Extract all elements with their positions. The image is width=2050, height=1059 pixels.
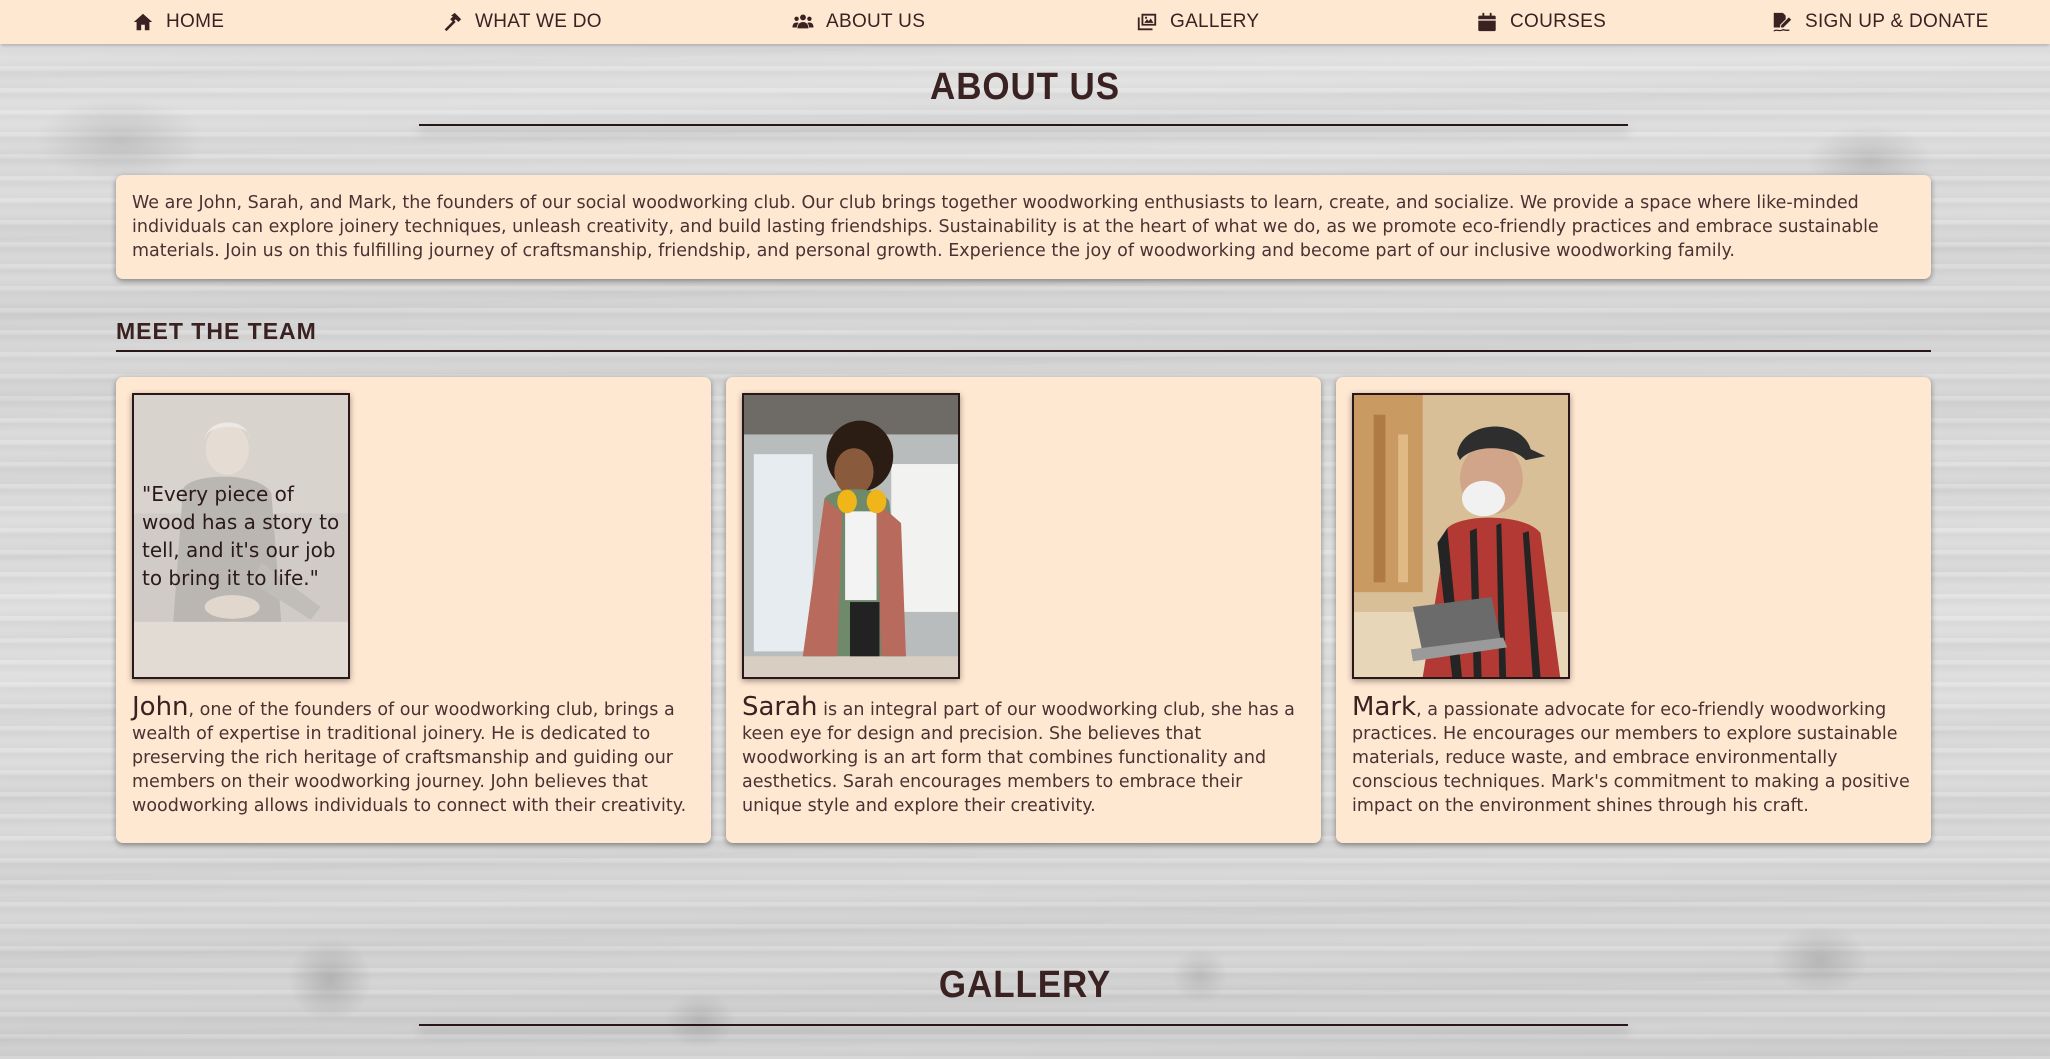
signature-icon [1773, 12, 1792, 32]
users-icon [792, 14, 814, 29]
about-us-title-rule [419, 124, 1628, 126]
about-us-title: ABOUT US [930, 66, 1120, 108]
about-intro-box: We are John, Sarah, and Mark, the founde… [116, 175, 1931, 279]
calendar-icon [1478, 12, 1496, 32]
john-quote-overlay: "Every piece of wood has a story to tell… [134, 395, 348, 677]
nav-home-label: HOME [166, 11, 225, 32]
about-intro-text: We are John, Sarah, and Mark, the founde… [132, 193, 1879, 261]
mark-name: Mark [1352, 692, 1417, 722]
nav-what-we-do-label: WHAT WE DO [475, 11, 602, 32]
nav-courses[interactable]: COURSES [1476, 0, 1606, 44]
team-card-sarah: Sarah is an integral part of our woodwor… [726, 377, 1321, 843]
mark-photo-image [1354, 395, 1568, 677]
nav-home[interactable]: HOME [132, 0, 224, 44]
sarah-photo-image [744, 395, 958, 677]
team-card-mark: Mark, a passionate advocate for eco-frie… [1336, 377, 1931, 843]
top-navigation: HOME WHAT WE DO ABOUT US GALLERY COURSES… [0, 0, 2050, 44]
team-card-john: "Every piece of wood has a story to tell… [116, 377, 711, 843]
meet-the-team-heading: MEET THE TEAM [116, 318, 317, 344]
nav-sign-up-donate[interactable]: SIGN UP & DONATE [1771, 0, 1989, 44]
mark-photo[interactable] [1352, 393, 1570, 679]
nav-gallery[interactable]: GALLERY [1136, 0, 1259, 44]
sarah-bio-text: is an integral part of our woodworking c… [742, 700, 1295, 816]
nav-sign-up-donate-label: SIGN UP & DONATE [1805, 11, 1989, 32]
hammer-icon [444, 12, 462, 32]
sarah-name: Sarah [742, 692, 818, 722]
nav-about-us-label: ABOUT US [826, 11, 926, 32]
mark-bio-text: , a passionate advocate for eco-friendly… [1352, 700, 1910, 816]
john-name: John [132, 692, 189, 722]
mark-bio: Mark, a passionate advocate for eco-frie… [1352, 692, 1917, 818]
john-bio: John, one of the founders of our woodwor… [132, 692, 697, 818]
john-bio-text: , one of the founders of our woodworking… [132, 700, 687, 816]
meet-the-team-rule [116, 350, 1931, 352]
sarah-photo[interactable] [742, 393, 960, 679]
sarah-bio: Sarah is an integral part of our woodwor… [742, 692, 1307, 818]
nav-courses-label: COURSES [1510, 11, 1607, 32]
john-photo[interactable]: "Every piece of wood has a story to tell… [132, 393, 350, 679]
nav-about-us[interactable]: ABOUT US [792, 0, 925, 44]
gallery-title: GALLERY [938, 964, 1112, 1006]
gallery-title-rule [419, 1024, 1628, 1026]
images-icon [1137, 13, 1157, 31]
nav-gallery-label: GALLERY [1170, 11, 1260, 32]
john-quote: "Every piece of wood has a story to tell… [142, 482, 340, 590]
home-icon [133, 13, 153, 31]
nav-what-we-do[interactable]: WHAT WE DO [441, 0, 602, 44]
